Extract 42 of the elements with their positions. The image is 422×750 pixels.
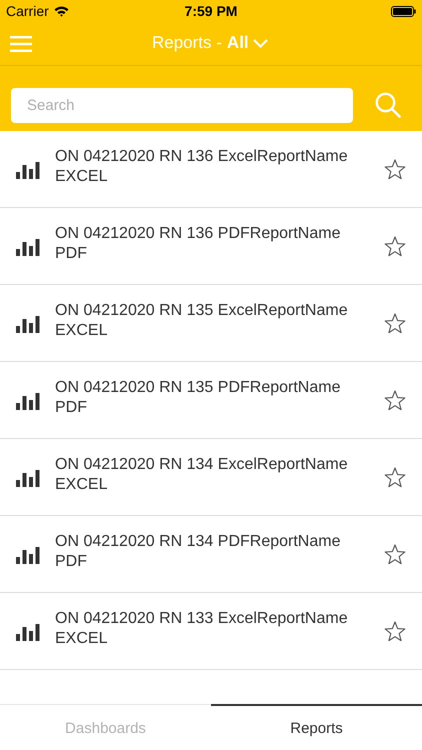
star-icon[interactable] xyxy=(384,236,406,256)
wifi-icon xyxy=(54,6,69,16)
clock-time: 7:59 PM xyxy=(184,3,238,19)
bar-chart-icon xyxy=(16,160,40,178)
report-name: ON 04212020 RN 134 PDFReportName xyxy=(55,532,342,552)
bar-chart-icon xyxy=(16,390,40,410)
report-row[interactable]: ON 04212020 RN 136 PDFReportName PDF xyxy=(0,208,422,285)
search-field[interactable]: Search xyxy=(11,88,353,122)
report-name: ON 04212020 RN 135 PDFReportName xyxy=(55,378,342,398)
report-name: ON 04212020 RN 133 ExcelReportName xyxy=(55,609,349,629)
report-row[interactable]: ON 04212020 RN 135 PDFReportName PDF xyxy=(0,362,422,439)
bar-chart-icon xyxy=(16,314,40,332)
tab[interactable]: Reports xyxy=(211,704,422,750)
report-name: ON 04212020 RN 136 ExcelReportName xyxy=(55,147,349,167)
star-icon[interactable] xyxy=(384,620,406,642)
report-format: PDF xyxy=(55,398,88,418)
report-name: ON 04212020 RN 135 ExcelReportName xyxy=(55,301,349,321)
battery-icon xyxy=(391,6,416,16)
report-row[interactable]: ON 04212020 RN 136 ExcelReportName EXCEL xyxy=(0,131,422,208)
report-format: PDF xyxy=(55,244,88,264)
star-icon[interactable] xyxy=(384,158,406,180)
carrier-name: Carrier xyxy=(6,3,49,19)
bar-chart-icon xyxy=(16,622,40,640)
star-icon[interactable] xyxy=(384,312,406,334)
report-row[interactable]: ON 04212020 RN 133 ExcelReportName EXCEL xyxy=(0,593,422,670)
star-icon[interactable] xyxy=(384,544,406,564)
report-row[interactable]: ON 04212020 RN 134 ExcelReportName EXCEL xyxy=(0,439,422,516)
report-name: ON 04212020 RN 136 PDFReportName xyxy=(55,224,342,244)
star-icon[interactable] xyxy=(384,390,406,410)
report-format: EXCEL xyxy=(55,475,108,495)
report-row[interactable]: ON 04212020 RN 134 PDFReportName PDF xyxy=(0,516,422,593)
star-icon[interactable] xyxy=(384,466,406,488)
chevron-down-icon xyxy=(252,38,268,48)
report-name: ON 04212020 RN 134 ExcelReportName xyxy=(55,455,349,475)
report-format: EXCEL xyxy=(55,167,108,187)
report-format: PDF xyxy=(55,552,88,572)
bar-chart-icon xyxy=(16,468,40,486)
bar-chart-icon xyxy=(16,544,40,564)
report-row[interactable]: ON 04212020 RN 135 ExcelReportName EXCEL xyxy=(0,285,422,362)
report-format: EXCEL xyxy=(55,629,108,649)
bar-chart-icon xyxy=(16,236,40,256)
report-format: EXCEL xyxy=(55,321,108,341)
